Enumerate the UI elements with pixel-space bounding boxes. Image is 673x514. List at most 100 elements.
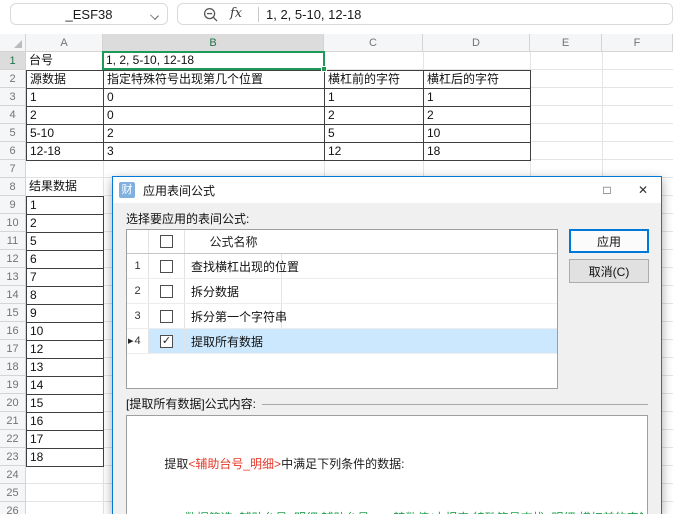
row-number: 2 <box>134 285 140 297</box>
row-header-cell[interactable]: 11 <box>0 232 26 250</box>
formula-name-cell: 拆分第一个字符串 <box>185 304 282 328</box>
formula-checkbox[interactable] <box>160 310 173 323</box>
formula-checkbox[interactable]: ✓ <box>160 335 173 348</box>
source-table-cell[interactable]: 5 <box>324 124 423 142</box>
result-cell[interactable]: 15 <box>26 394 103 412</box>
formula-list-row[interactable]: 2 拆分数据 <box>127 279 557 304</box>
zoom-out-icon[interactable] <box>203 7 219 23</box>
result-cell[interactable]: 10 <box>26 322 103 340</box>
source-table-header-cell[interactable]: 源数据 <box>26 70 103 88</box>
row-header-cell[interactable]: 12 <box>0 250 26 268</box>
row-header-cell[interactable]: 6 <box>0 142 26 160</box>
result-cell[interactable]: 1 <box>26 196 103 214</box>
maximize-button[interactable]: □ <box>589 183 625 197</box>
select-all-checkbox[interactable] <box>160 235 173 248</box>
table-row: 2 0 2 2 <box>26 106 530 124</box>
column-header-cell[interactable]: D <box>423 34 530 52</box>
formula-checkbox[interactable] <box>160 260 173 273</box>
name-box[interactable]: _ESF38 <box>10 3 168 25</box>
selected-cell-b1[interactable]: 1, 2, 5-10, 12-18 <box>102 51 325 70</box>
row-header-cell[interactable]: 7 <box>0 160 26 178</box>
row-header-cell[interactable]: 2 <box>0 70 26 88</box>
source-table-cell[interactable]: 2 <box>423 106 530 124</box>
result-cell[interactable]: 12 <box>26 340 103 358</box>
source-table-cell[interactable]: 3 <box>103 142 324 160</box>
row-header-cell[interactable]: 24 <box>0 466 26 484</box>
row-header-cell[interactable]: 21 <box>0 412 26 430</box>
source-table-header-cell[interactable]: 横杠前的字符 <box>324 70 423 88</box>
source-table-cell[interactable]: 0 <box>103 88 324 106</box>
row-number-cell: 3 <box>127 304 149 328</box>
source-table-cell[interactable]: 1 <box>26 88 103 106</box>
source-table-cell[interactable]: 5-10 <box>26 124 103 142</box>
row-header-cell[interactable]: 25 <box>0 484 26 502</box>
source-table-cell[interactable]: 2 <box>324 106 423 124</box>
row-header-cell[interactable]: 22 <box>0 430 26 448</box>
source-table-header-cell[interactable]: 指定特殊符号出现第几个位置 <box>103 70 324 88</box>
formula-list-row[interactable]: 1 查找横杠出现的位置 <box>127 254 557 279</box>
result-cell[interactable]: 14 <box>26 376 103 394</box>
row-header-cell[interactable]: 13 <box>0 268 26 286</box>
source-table-cell[interactable]: 10 <box>423 124 530 142</box>
source-table-cell[interactable]: 18 <box>423 142 530 160</box>
result-cell[interactable]: 18 <box>26 448 103 466</box>
row-header-cell[interactable]: 16 <box>0 322 26 340</box>
source-table-cell[interactable]: 0 <box>103 106 324 124</box>
result-cell[interactable]: 6 <box>26 250 103 268</box>
result-cell[interactable]: 8 <box>26 286 103 304</box>
fill-handle[interactable] <box>321 66 327 72</box>
source-table-header-cell[interactable]: 横杠后的字符 <box>423 70 530 88</box>
result-cell[interactable]: 9 <box>26 304 103 322</box>
row-header-cell[interactable]: 8 <box>0 178 26 196</box>
result-cell[interactable]: 16 <box>26 412 103 430</box>
source-table-cell[interactable]: 12 <box>324 142 423 160</box>
row-header-cell[interactable]: 26 <box>0 502 26 514</box>
result-header-cell[interactable]: 结果数据 <box>26 178 103 196</box>
cancel-button[interactable]: 取消(C) <box>569 259 649 283</box>
result-cell[interactable]: 17 <box>26 430 103 448</box>
row-checkbox-cell <box>149 279 185 303</box>
result-cell[interactable]: 2 <box>26 214 103 232</box>
fx-icon[interactable]: fx <box>230 6 242 21</box>
row-header-cell[interactable]: 20 <box>0 394 26 412</box>
row-header-cell[interactable]: 5 <box>0 124 26 142</box>
dialog-titlebar[interactable]: 财 应用表间公式 □ ✕ <box>113 177 661 203</box>
result-cell[interactable]: 5 <box>26 232 103 250</box>
source-table-cell[interactable]: 1 <box>324 88 423 106</box>
row-header-cell[interactable]: 17 <box>0 340 26 358</box>
row-header-cell[interactable]: 23 <box>0 448 26 466</box>
row-header-cell[interactable]: 3 <box>0 88 26 106</box>
row-header-cell[interactable]: 15 <box>0 304 26 322</box>
row-header-cell[interactable]: 14 <box>0 286 26 304</box>
column-header-cell[interactable]: A <box>26 34 103 52</box>
select-all-corner[interactable] <box>0 34 26 52</box>
formula-checkbox[interactable] <box>160 285 173 298</box>
source-table: 源数据 指定特殊符号出现第几个位置 横杠前的字符 横杠后的字符 1 0 1 1 … <box>26 70 531 161</box>
source-table-cell[interactable]: 12-18 <box>26 142 103 160</box>
row-header-cell[interactable]: 10 <box>0 214 26 232</box>
column-header-cell[interactable]: E <box>530 34 602 52</box>
row-header-cell[interactable]: 4 <box>0 106 26 124</box>
row-header-cell[interactable]: 19 <box>0 376 26 394</box>
column-header-cell[interactable]: B <box>103 34 324 52</box>
column-header-cell[interactable]: F <box>602 34 673 52</box>
chevron-down-icon[interactable] <box>150 11 159 20</box>
formula-list-row[interactable]: ▶ 4 ✓ 提取所有数据 <box>127 329 557 354</box>
row-header-cell[interactable]: 9 <box>0 196 26 214</box>
source-table-cell[interactable]: 2 <box>26 106 103 124</box>
close-button[interactable]: ✕ <box>625 183 661 197</box>
row-filler <box>282 279 557 303</box>
apply-button[interactable]: 应用 <box>569 229 649 253</box>
cell-a1[interactable]: 台号 <box>26 52 103 70</box>
column-header-cell[interactable]: C <box>324 34 423 52</box>
formula-input[interactable]: 1, 2, 5-10, 12-18 <box>266 7 361 22</box>
source-table-cell[interactable]: 1 <box>423 88 530 106</box>
result-cell[interactable]: 7 <box>26 268 103 286</box>
content-segment: 提取 <box>164 457 188 471</box>
row-header-cell[interactable]: 18 <box>0 358 26 376</box>
formula-content-box[interactable]: 提取<辅助台号_明细>中满足下列条件的数据: <数据筛选: 辅助台号_明细.辅助… <box>126 415 648 514</box>
source-table-cell[interactable]: 2 <box>103 124 324 142</box>
row-header-cell[interactable]: 1 <box>0 52 26 70</box>
result-cell[interactable]: 13 <box>26 358 103 376</box>
formula-list-row[interactable]: 3 拆分第一个字符串 <box>127 304 557 329</box>
